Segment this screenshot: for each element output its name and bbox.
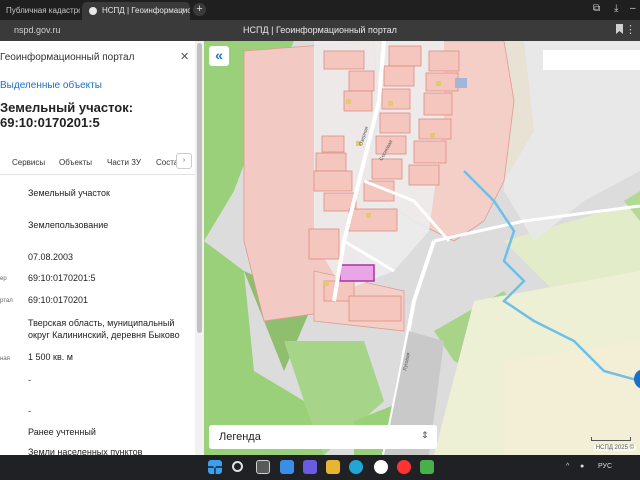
selected-parcel[interactable] bbox=[339, 264, 375, 282]
widgets-icon[interactable] bbox=[280, 460, 294, 474]
object-subtype-value: Землепользование bbox=[28, 220, 109, 230]
chat-icon[interactable] bbox=[303, 460, 317, 474]
collapse-panel-button[interactable]: « bbox=[209, 46, 229, 66]
land-category-value: Земли населенных пунктов bbox=[28, 447, 143, 455]
start-menu-icon[interactable] bbox=[208, 460, 222, 474]
row-label: ная bbox=[0, 356, 10, 362]
scale-bar bbox=[591, 437, 631, 441]
language-indicator[interactable]: РУС bbox=[598, 463, 612, 470]
close-panel-icon[interactable]: ✕ bbox=[180, 50, 189, 63]
tab-parcel-parts[interactable]: Части ЗУ bbox=[107, 158, 141, 167]
legend-label: Легенда bbox=[219, 431, 261, 443]
close-tab-icon[interactable]: × bbox=[180, 5, 185, 15]
download-icon[interactable]: ⤓ bbox=[614, 3, 618, 14]
browser-menu-icon[interactable]: ⋮ bbox=[625, 23, 636, 36]
status-value: Ранее учтенный bbox=[28, 427, 96, 437]
tabs-scroll-right-button[interactable]: › bbox=[176, 153, 192, 169]
tab-services[interactable]: Сервисы bbox=[12, 158, 45, 167]
object-type-value: Земельный участок bbox=[28, 188, 110, 198]
panel-scrollbar[interactable] bbox=[195, 41, 204, 455]
task-view-icon[interactable] bbox=[256, 460, 270, 474]
tab-objects[interactable]: Объекты bbox=[59, 158, 92, 167]
cadastral-number-value: 69:10:0170201:5 bbox=[28, 273, 96, 283]
scrollbar-thumb[interactable] bbox=[197, 43, 202, 333]
empty-value: - bbox=[28, 375, 31, 385]
area-value: 1 500 кв. м bbox=[28, 352, 73, 362]
search-icon[interactable] bbox=[232, 461, 243, 472]
tray-chevron-icon[interactable]: ^ bbox=[566, 463, 569, 470]
new-tab-button[interactable]: + bbox=[193, 3, 206, 16]
file-explorer-icon[interactable] bbox=[326, 460, 340, 474]
panel-tabs: Сервисы Объекты Части ЗУ Состав › bbox=[0, 149, 196, 175]
map-view[interactable]: Озерная Сосновая Луговая « Легенда ⇕ НСП… bbox=[204, 41, 640, 455]
object-title: Земельный участок: 69:10:0170201:5 bbox=[0, 100, 134, 130]
registration-date-value: 07.08.2003 bbox=[28, 252, 74, 262]
wifi-icon[interactable]: ● bbox=[580, 463, 584, 470]
selected-objects-link[interactable]: Выделенные объекты bbox=[0, 80, 102, 91]
tab-public-cadastral-map[interactable]: Публичная кадастровая карта bbox=[0, 2, 80, 20]
object-info-panel: Геоинформационный портал ✕ Выделенные об… bbox=[0, 41, 204, 455]
yandex-icon[interactable] bbox=[397, 460, 411, 474]
browser-tab-strip: Публичная кадастровая карта НСПД | Геоин… bbox=[0, 0, 640, 20]
legend-dropdown[interactable]: Легенда ⇕ bbox=[209, 425, 437, 449]
edge-browser-icon[interactable] bbox=[349, 460, 363, 474]
yandex-browser-icon[interactable] bbox=[374, 460, 388, 474]
taskbar: ^ ● РУС bbox=[0, 455, 640, 480]
store-icon[interactable] bbox=[420, 460, 434, 474]
minimize-icon[interactable]: – bbox=[630, 3, 636, 14]
empty-value: - bbox=[28, 406, 31, 416]
cadastral-quarter-value: 69:10:0170201 bbox=[28, 295, 89, 305]
address-value: Тверская область, муниципальный округ Ка… bbox=[28, 318, 180, 340]
address-bar: nspd.gov.ru НСПД | Геоинформационный пор… bbox=[0, 20, 640, 41]
portal-label: Геоинформационный портал bbox=[0, 52, 135, 63]
page-title: НСПД | Геоинформационный портал bbox=[243, 25, 397, 35]
tab-nspd-portal[interactable]: НСПД | Геоинформационный портал × bbox=[82, 2, 190, 20]
map-canvas[interactable]: Озерная Сосновая Луговая bbox=[204, 41, 640, 455]
chevron-updown-icon: ⇕ bbox=[421, 430, 429, 440]
row-label: ртал bbox=[0, 298, 13, 304]
map-copyright: НСПД 2025 © bbox=[593, 445, 636, 451]
row-label: ер bbox=[0, 276, 7, 282]
map-search-box[interactable] bbox=[543, 50, 640, 70]
tab-label: Публичная кадастровая карта bbox=[6, 6, 80, 15]
tab-label: НСПД | Геоинформационный портал bbox=[102, 6, 190, 15]
extensions-icon[interactable]: ⧉ bbox=[593, 3, 600, 14]
site-favicon-icon bbox=[89, 7, 97, 15]
